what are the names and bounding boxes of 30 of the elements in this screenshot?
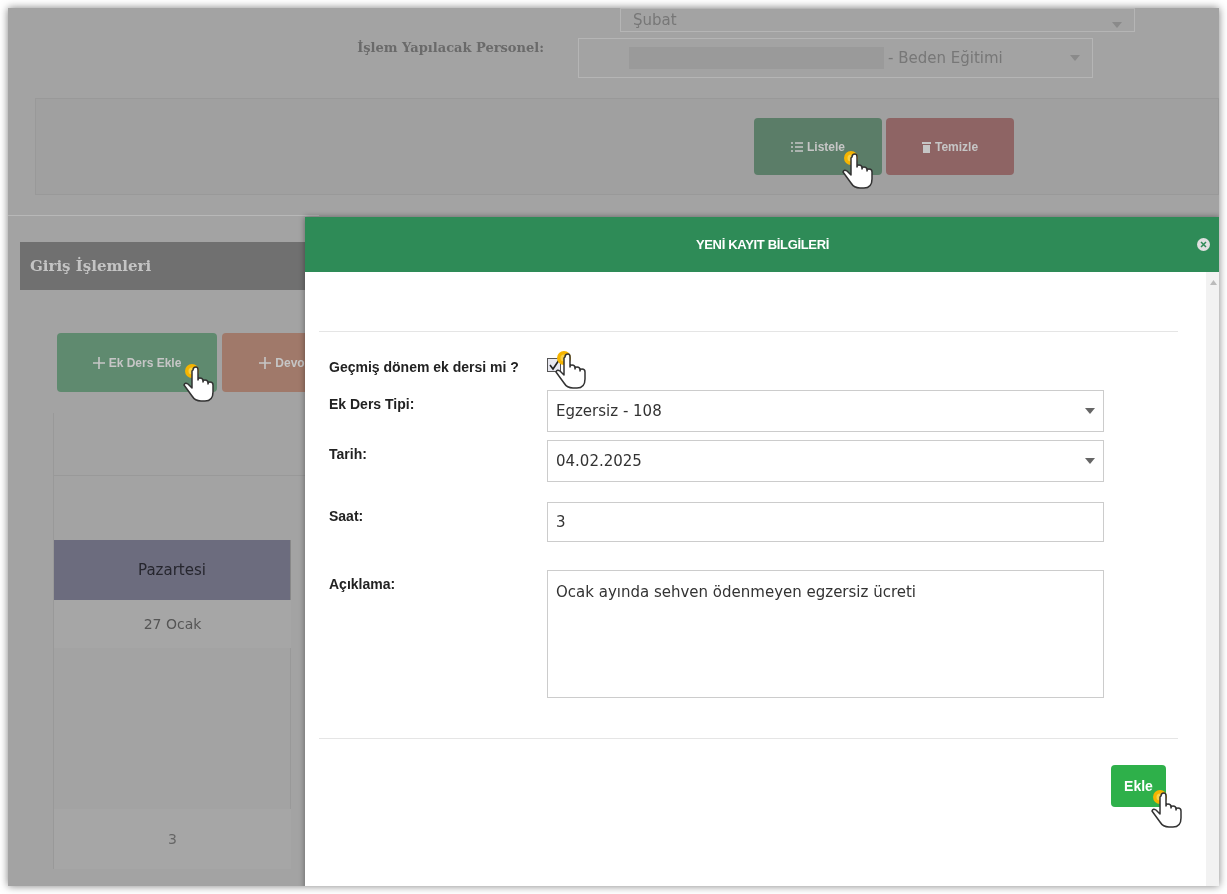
caret-icon — [1085, 408, 1095, 414]
table-header: Pazartesi — [54, 540, 291, 600]
field-label: Tarih: — [329, 445, 368, 464]
clear-button[interactable]: Temizle — [886, 118, 1014, 175]
close-icon — [1200, 241, 1207, 248]
plus-icon — [92, 356, 105, 369]
caret-icon — [1070, 55, 1080, 61]
select-field[interactable]: Egzersiz - 108 — [547, 390, 1104, 432]
select-field[interactable]: 04.02.2025 — [547, 440, 1104, 482]
scroll-up-icon — [1209, 280, 1217, 285]
field-label: Saat: — [329, 507, 365, 526]
trash-icon — [921, 140, 931, 153]
add-button[interactable]: Ek Ders Ekle — [57, 333, 217, 392]
hand-cursor-icon — [183, 363, 217, 403]
input-field[interactable]: 3 — [547, 502, 1104, 542]
list-icon — [791, 141, 803, 152]
field-label: Ek Ders Tipi: — [329, 395, 416, 414]
field-label: İşlem Yapılacak Personel: — [356, 39, 545, 57]
close-button[interactable] — [1197, 238, 1210, 251]
hand-cursor-icon — [842, 150, 876, 190]
submit-button[interactable]: Ekle — [1111, 765, 1166, 807]
caret-icon — [1085, 458, 1095, 464]
modal-title: YENİ KAYIT BİLGİLERİ — [695, 235, 830, 254]
hand-cursor-icon — [1151, 789, 1185, 829]
text-area[interactable]: Ocak ayında sehven ödenmeyen egzersiz ücreti — [547, 570, 1104, 698]
hand-cursor-icon — [555, 350, 589, 390]
list-button[interactable]: Listele — [754, 118, 882, 175]
caret-icon — [1112, 22, 1122, 28]
plus-icon — [259, 356, 272, 369]
field-label: Açıklama: — [329, 575, 397, 594]
